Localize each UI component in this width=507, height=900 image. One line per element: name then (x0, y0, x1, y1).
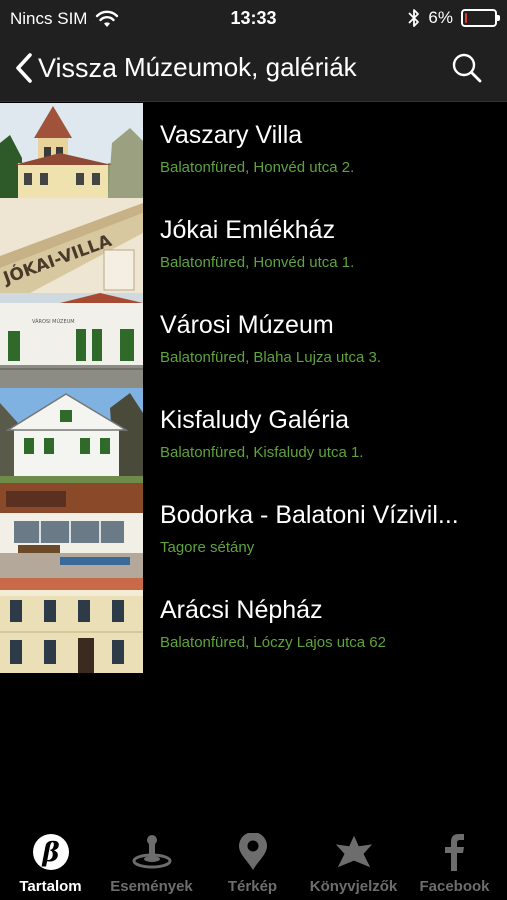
tab-label: Események (110, 878, 193, 895)
item-address: Balatonfüred, Blaha Lujza utca 3. (160, 349, 381, 366)
item-address: Tagore sétány (160, 539, 255, 556)
museum-list: Vaszary Villa Balatonfüred, Honvéd utca … (0, 103, 507, 673)
list-item[interactable]: JÓKAI-VILLA Jókai Emlékház Balatonfüred,… (0, 198, 507, 293)
star-icon (334, 832, 374, 872)
item-title: Kisfaludy Galéria (160, 406, 349, 434)
tab-terkep[interactable]: Térkép (202, 822, 303, 900)
search-icon[interactable] (451, 52, 483, 84)
tab-konyvjelzok[interactable]: Könyvjelzők (303, 822, 404, 900)
battery-icon (461, 9, 500, 27)
thumbnail-kisfaludy-galeria (0, 388, 143, 483)
battery-level (465, 13, 467, 23)
item-title: Bodorka - Balatoni Vízivil... (160, 501, 459, 529)
page-title: Múzeumok, galériák (124, 52, 357, 82)
list-item[interactable]: VÁROSI MÚZEUM Városi Múzeum Balatonfüred… (0, 293, 507, 388)
navigation-bar: Vissza Múzeumok, galériák (0, 36, 507, 102)
thumbnail-vaszary-villa (0, 103, 143, 198)
status-right: 6% (408, 8, 500, 28)
bluetooth-icon (408, 9, 420, 27)
status-bar: Nincs SIM 13:33 6% (0, 0, 507, 36)
list-item[interactable]: Arácsi Népház Balatonfüred, Lóczy Lajos … (0, 578, 507, 673)
joystick-icon (132, 832, 172, 872)
item-title: Jókai Emlékház (160, 216, 336, 244)
tab-tartalom[interactable]: β Tartalom (0, 822, 101, 900)
back-button[interactable]: Vissza (14, 50, 117, 86)
tab-label: Térkép (227, 878, 278, 895)
map-pin-icon (233, 832, 273, 872)
tab-label: Tartalom (19, 878, 82, 895)
item-title: Arácsi Népház (160, 596, 323, 624)
item-address: Balatonfüred, Lóczy Lajos utca 62 (160, 634, 386, 651)
item-address: Balatonfüred, Honvéd utca 2. (160, 159, 355, 176)
back-label: Vissza (38, 52, 118, 83)
thumbnail-jokai-emlekhaz: JÓKAI-VILLA (0, 198, 143, 293)
list-item[interactable]: Bodorka - Balatoni Vízivil... Tagore sét… (0, 483, 507, 578)
item-title: Vaszary Villa (160, 121, 303, 149)
chevron-left-icon (16, 53, 32, 83)
item-address: Balatonfüred, Kisfaludy utca 1. (160, 444, 364, 461)
tab-esemenyek[interactable]: Események (101, 822, 202, 900)
thumbnail-aracsi-nephaz (0, 578, 143, 673)
tab-facebook[interactable]: Facebook (404, 822, 505, 900)
facebook-icon (435, 832, 475, 872)
battery-percent: 6% (428, 8, 453, 27)
list-item[interactable]: Kisfaludy Galéria Balatonfüred, Kisfalud… (0, 388, 507, 483)
list-item[interactable]: Vaszary Villa Balatonfüred, Honvéd utca … (0, 103, 507, 198)
thumbnail-varosi-muzeum: VÁROSI MÚZEUM (0, 293, 143, 388)
thumbnail-bodorka (0, 483, 143, 578)
tab-bar: β Tartalom Események Térkép Könyvjelzők … (0, 822, 507, 900)
beta-logo-icon: β (31, 832, 71, 872)
tab-label: Könyvjelzők (309, 878, 398, 895)
muzeum-sign-text: VÁROSI MÚZEUM (32, 318, 75, 325)
tab-label: Facebook (419, 878, 490, 895)
svg-text:β: β (41, 838, 59, 868)
item-title: Városi Múzeum (160, 311, 334, 339)
item-address: Balatonfüred, Honvéd utca 1. (160, 254, 355, 271)
